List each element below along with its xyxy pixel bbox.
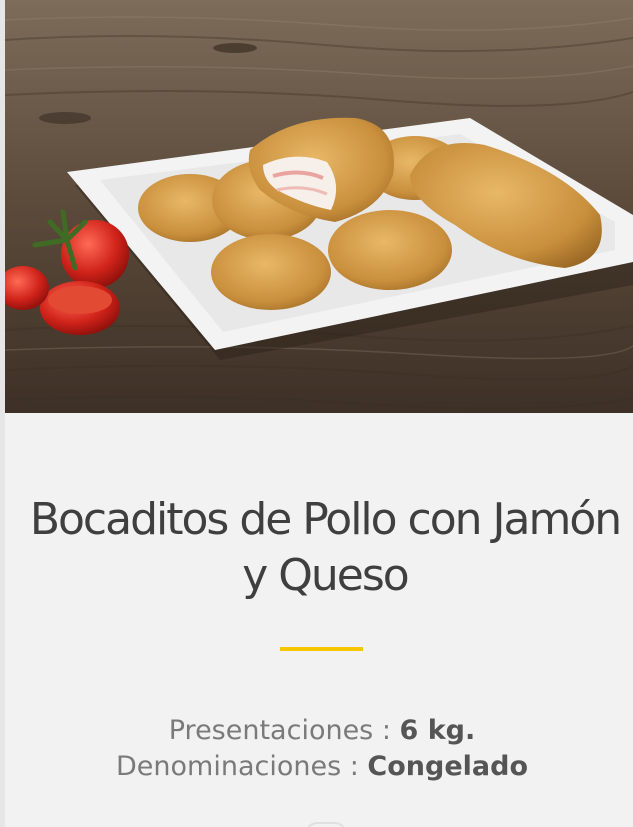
title-divider xyxy=(280,647,363,651)
product-page: Bocaditos de Pollo con Jamón y Queso Pre… xyxy=(0,0,633,827)
product-title-line1: Bocaditos de Pollo con Jamón xyxy=(29,494,622,545)
denomination-row: Denominaciones : Congelado xyxy=(0,749,633,785)
scroll-hint xyxy=(305,822,347,827)
presentation-row: Presentaciones : 6 kg. xyxy=(0,713,633,749)
product-specs: Presentaciones : 6 kg. Denominaciones : … xyxy=(0,713,633,785)
presentation-value: 6 kg. xyxy=(399,715,476,746)
denomination-value: Congelado xyxy=(367,751,528,782)
product-title-line2: y Queso xyxy=(242,550,409,601)
product-image xyxy=(5,0,633,413)
presentation-label: Presentaciones : xyxy=(168,715,400,746)
denomination-label: Denominaciones : xyxy=(116,751,368,782)
product-title: Bocaditos de Pollo con Jamón y Queso xyxy=(0,492,633,604)
